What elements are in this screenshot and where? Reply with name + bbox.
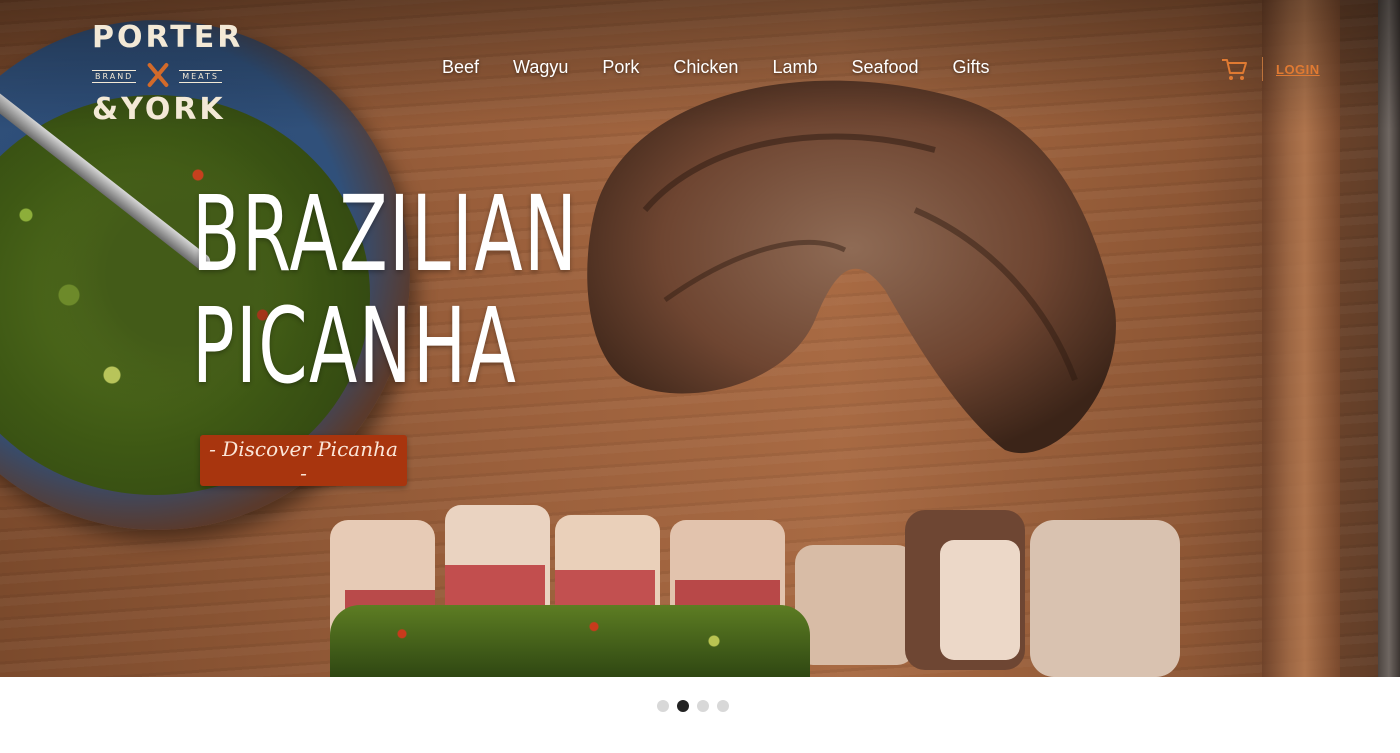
nav-item-chicken[interactable]: Chicken xyxy=(656,57,755,81)
nav-item-lamb[interactable]: Lamb xyxy=(755,57,834,81)
brand-logo[interactable]: PORTER BRAND MEATS &YORK xyxy=(92,20,244,132)
login-link[interactable]: LOGIN xyxy=(1276,62,1320,77)
logo-tag-right: MEATS xyxy=(179,69,222,83)
nav-item-pork[interactable]: Pork xyxy=(585,57,656,81)
hero-title: BRAZILIAN PICANHA xyxy=(192,178,578,402)
nav-item-beef[interactable]: Beef xyxy=(425,57,496,81)
logo-tag-left: BRAND xyxy=(92,69,137,83)
nav-item-wagyu[interactable]: Wagyu xyxy=(496,57,585,81)
carousel-dots xyxy=(657,700,729,712)
logo-word-porter: PORTER xyxy=(92,20,244,55)
carousel-dot-1[interactable] xyxy=(657,700,669,712)
nav-item-seafood[interactable]: Seafood xyxy=(834,57,935,81)
cart-icon[interactable] xyxy=(1220,55,1248,83)
main-nav: Beef Wagyu Pork Chicken Lamb Seafood Gif… xyxy=(425,57,1007,81)
carousel-dot-4[interactable] xyxy=(717,700,729,712)
carousel-dot-3[interactable] xyxy=(697,700,709,712)
header-divider xyxy=(1262,57,1263,81)
logo-word-york: &YORK xyxy=(92,92,226,127)
crossed-knife-fork-icon xyxy=(141,66,175,86)
logo-tagline: BRAND MEATS xyxy=(92,66,222,86)
carousel-dot-2[interactable] xyxy=(677,700,689,712)
chimichurri-garnish xyxy=(330,605,810,677)
nav-item-gifts[interactable]: Gifts xyxy=(936,57,1007,81)
hero-title-line2: PICANHA xyxy=(192,285,518,407)
discover-picanha-button[interactable]: - Discover Picanha - xyxy=(200,435,407,486)
hero-title-line1: BRAZILIAN xyxy=(192,173,579,295)
